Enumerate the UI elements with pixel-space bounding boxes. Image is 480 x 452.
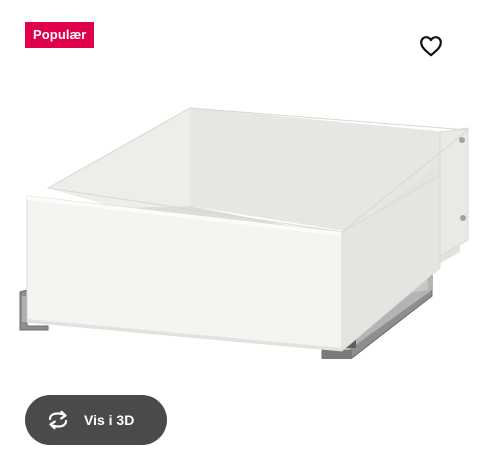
popular-badge: Populær	[25, 22, 95, 48]
favourite-button[interactable]	[416, 31, 446, 61]
view-3d-button[interactable]: Vis i 3D	[25, 395, 167, 445]
product-image[interactable]	[0, 60, 480, 380]
heart-outline-icon	[420, 36, 442, 57]
popular-badge-label: Populær	[33, 27, 87, 42]
rotate-arrows-icon	[45, 407, 71, 433]
view-3d-label: Vis i 3D	[84, 412, 135, 428]
product-card: Populær Vis i 3D	[0, 0, 480, 452]
